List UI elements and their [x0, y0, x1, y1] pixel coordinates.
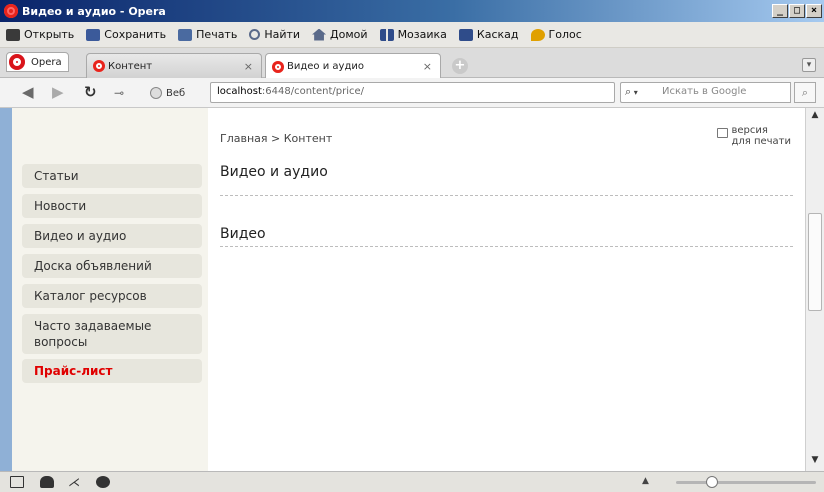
site-label: Веб: [166, 87, 186, 99]
toolbar-tile-label: Мозаика: [397, 28, 447, 41]
main-content: Главная > Контент версия для печати Виде…: [208, 108, 805, 471]
search-engine-select[interactable]: ⌕ ▾: [620, 82, 656, 103]
toolbar-print-label: Печать: [196, 28, 238, 41]
toolbar-find-label: Найти: [264, 28, 301, 41]
status-bar: ⋌ ▲: [0, 471, 824, 492]
breadcrumb[interactable]: Главная > Контент: [220, 132, 332, 145]
zoom-slider-knob[interactable]: [706, 476, 718, 488]
new-tab-button[interactable]: +: [452, 58, 468, 74]
url-path: :6448/content/price/: [261, 86, 364, 97]
scroll-up-icon[interactable]: ▲: [809, 110, 821, 124]
tab-bar: Opera Контент × Видео и аудио × + ▾: [0, 48, 824, 79]
scroll-down-icon[interactable]: ▼: [809, 455, 821, 469]
globe-icon: [150, 87, 162, 99]
toolbar-home-button[interactable]: Домой: [312, 28, 368, 41]
chevron-down-icon: ▾: [631, 88, 638, 97]
opera-logo-icon: [4, 4, 18, 18]
key-icon[interactable]: ⊸: [114, 86, 124, 101]
print-link-line2: для печати: [731, 136, 791, 147]
print-icon: [178, 28, 193, 41]
toolbar-find-button[interactable]: Найти: [249, 28, 300, 41]
toolbar: Открыть Сохранить Печать Найти Домой Моз…: [0, 22, 824, 48]
toolbar-home-label: Домой: [330, 28, 368, 41]
vertical-scrollbar[interactable]: ▲ ▼: [805, 108, 824, 471]
sidebar-item-resource-catalog[interactable]: Каталог ресурсов: [22, 284, 202, 308]
search-icon: ⌕: [801, 86, 809, 99]
search-input[interactable]: Искать в Google: [656, 82, 791, 103]
speed-dial-icon[interactable]: [96, 476, 110, 488]
tab-label: Видео и аудио: [287, 61, 364, 72]
panel-edge[interactable]: [0, 108, 12, 471]
divider: [220, 195, 793, 196]
tab-label: Контент: [108, 60, 153, 72]
toolbar-save-button[interactable]: Сохранить: [86, 28, 166, 41]
tab-video-audio[interactable]: Видео и аудио ×: [265, 53, 441, 79]
toolbar-open-button[interactable]: Открыть: [6, 28, 74, 41]
minimize-button[interactable]: _: [772, 4, 788, 18]
section-heading: Видео: [220, 226, 266, 242]
toolbar-print-button[interactable]: Печать: [178, 28, 237, 41]
toolbar-save-label: Сохранить: [104, 28, 167, 41]
home-icon: [312, 28, 327, 41]
divider: [220, 246, 793, 247]
toolbar-tile-button[interactable]: Мозаика: [379, 28, 447, 41]
page-viewport: Статьи Новости Видео и аудио Доска объяв…: [0, 108, 824, 471]
opera-page-icon: [93, 60, 105, 72]
tab-close-icon[interactable]: ×: [244, 60, 253, 73]
close-button[interactable]: ×: [806, 4, 822, 18]
panel-toggle-icon[interactable]: [10, 476, 24, 488]
search-button[interactable]: ⌕: [794, 82, 816, 103]
save-icon: [86, 28, 101, 41]
toolbar-cascade-button[interactable]: Каскад: [458, 28, 519, 41]
sidebar-item-faq[interactable]: Часто задаваемые вопросы: [22, 314, 202, 354]
toolbar-cascade-label: Каскад: [476, 28, 519, 41]
share-icon[interactable]: ⋌: [68, 476, 82, 488]
tab-content[interactable]: Контент ×: [86, 53, 262, 78]
sidebar-item-video-audio[interactable]: Видео и аудио: [22, 224, 202, 248]
opera-page-icon: [272, 60, 284, 73]
opera-menu-button[interactable]: Opera: [6, 52, 69, 72]
address-bar: ◀ ▶ ↻ ⊸ Веб localhost:6448/content/price…: [0, 78, 824, 108]
window-controls: _ □ ×: [771, 4, 822, 18]
opera-logo-icon: [9, 54, 25, 70]
page-title: Видео и аудио: [220, 164, 328, 180]
maximize-button[interactable]: □: [789, 4, 805, 18]
toolbar-voice-label: Голос: [548, 28, 582, 41]
forward-icon[interactable]: ▶: [52, 85, 64, 100]
scroll-thumb[interactable]: [808, 213, 822, 311]
tile-icon: [379, 28, 394, 41]
print-version-link[interactable]: версия для печати: [717, 125, 791, 147]
url-field[interactable]: localhost:6448/content/price/: [210, 82, 615, 103]
sidebar-nav: Статьи Новости Видео и аудио Доска объяв…: [12, 108, 208, 471]
tab-list-button[interactable]: ▾: [802, 58, 816, 72]
sidebar-item-price-list[interactable]: Прайс-лист: [22, 359, 202, 383]
opera-menu-label: Opera: [31, 56, 62, 68]
folder-icon: [6, 28, 20, 41]
zoom-menu-icon[interactable]: ▲: [642, 476, 649, 486]
reload-icon[interactable]: ↻: [84, 85, 97, 100]
zoom-slider-track[interactable]: [676, 481, 816, 484]
tab-close-icon[interactable]: ×: [423, 60, 432, 73]
window-title: Видео и аудио - Opera: [22, 4, 166, 18]
back-icon[interactable]: ◀: [22, 85, 34, 100]
sidebar-item-news[interactable]: Новости: [22, 194, 202, 218]
toolbar-open-label: Открыть: [24, 28, 75, 41]
voice-icon: [530, 28, 545, 41]
sidebar-item-bulletin-board[interactable]: Доска объявлений: [22, 254, 202, 278]
cloud-icon[interactable]: [40, 476, 54, 488]
url-host: localhost: [217, 86, 262, 97]
print-link-line1: версия: [731, 125, 768, 136]
search-icon: [249, 29, 261, 40]
window-title-bar[interactable]: Видео и аудио - Opera _ □ ×: [0, 0, 824, 22]
site-info-button[interactable]: Веб: [150, 84, 185, 102]
printer-icon: [717, 128, 729, 138]
cascade-icon: [458, 28, 473, 41]
toolbar-voice-button[interactable]: Голос: [530, 28, 582, 41]
sidebar-item-articles[interactable]: Статьи: [22, 164, 202, 188]
